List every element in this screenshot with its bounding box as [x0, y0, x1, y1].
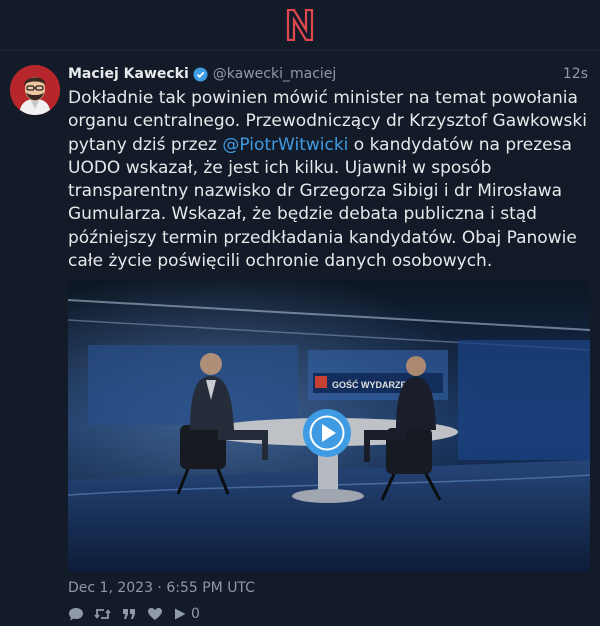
reply-icon [69, 608, 83, 621]
play-icon [303, 409, 351, 458]
tweet-text-part2: o kandydatów na prezesa UODO wskazał, że… [68, 134, 577, 272]
tweet-text: Dokładnie tak powinien mówić minister na… [68, 87, 590, 273]
play-button[interactable] [301, 407, 353, 459]
retweet-icon [94, 609, 111, 620]
like-icon [148, 608, 162, 621]
tweet-card[interactable]: Maciej Kawecki @kawecki_maciej 12s Dokła… [0, 51, 600, 622]
retweet-button[interactable] [94, 606, 111, 622]
views-button[interactable]: 0 [173, 606, 200, 622]
author-name[interactable]: Maciej Kawecki [68, 66, 189, 82]
tweet-actions: 0 [68, 606, 590, 622]
quote-icon [123, 609, 135, 620]
tweet-timestamp[interactable]: Dec 1, 2023 · 6:55 PM UTC [68, 580, 590, 598]
views-icon [175, 608, 186, 620]
mention-link[interactable]: @PiotrWitwicki [222, 135, 348, 155]
quote-button[interactable] [121, 606, 137, 622]
video-media[interactable]: GOŚĆ WYDARZEŃ [68, 280, 590, 573]
like-button[interactable] [147, 606, 163, 622]
tweet-time[interactable]: 12s [563, 66, 590, 82]
tweet-header: Maciej Kawecki @kawecki_maciej 12s [68, 63, 590, 85]
play-count: 0 [191, 606, 200, 623]
reply-button[interactable] [68, 606, 84, 622]
top-bar [0, 0, 600, 51]
verified-badge-icon [193, 66, 208, 82]
avatar[interactable] [10, 65, 60, 115]
n-logo-icon[interactable] [286, 9, 314, 41]
author-handle[interactable]: @kawecki_maciej [213, 66, 337, 82]
